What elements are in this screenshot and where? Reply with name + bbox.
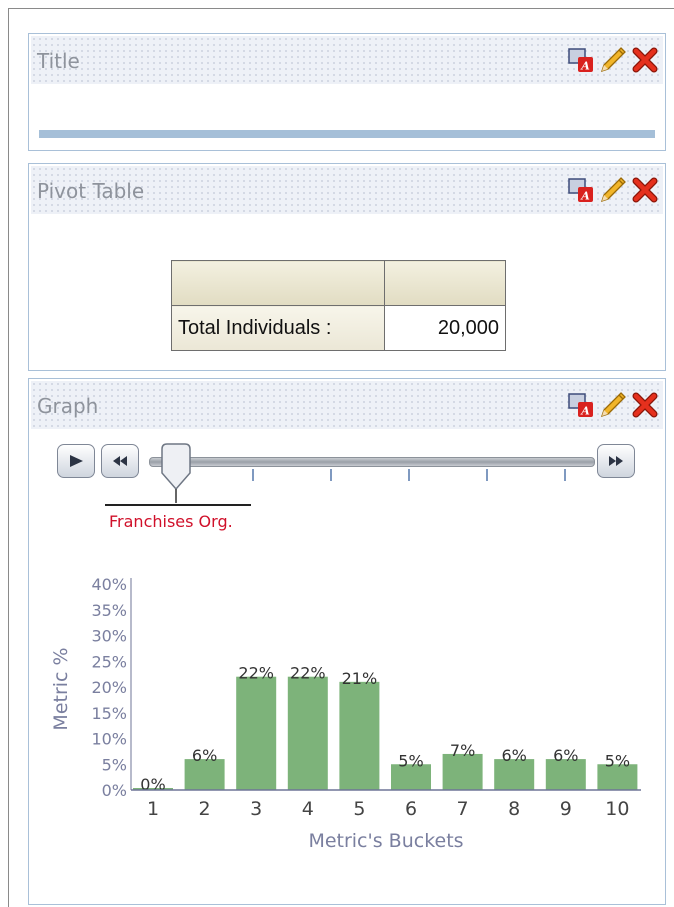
y-tick-label: 15% xyxy=(91,704,127,723)
panel-title: Title xyxy=(37,49,80,73)
panel-tools: A xyxy=(567,46,659,74)
x-tick-label: 4 xyxy=(302,798,314,820)
bars: 0% 6% 22% 22% 21% 5% 7% 6% 6% 5% xyxy=(133,664,638,794)
y-tick-label: 20% xyxy=(91,678,127,697)
delete-x-icon[interactable] xyxy=(631,176,659,204)
x-tick-label: 3 xyxy=(250,798,262,820)
data-label: 0% xyxy=(140,775,165,794)
y-tick-label: 30% xyxy=(91,627,127,646)
x-tick-label: 9 xyxy=(560,798,572,820)
data-label: 6% xyxy=(192,746,217,765)
y-tick-label: 35% xyxy=(91,601,127,620)
pivot-header-cell xyxy=(384,260,506,306)
x-tick-label: 1 xyxy=(147,798,159,820)
y-tick-label: 0% xyxy=(102,781,127,800)
pivot-table-panel: Pivot Table A Total Individuals : 20,000 xyxy=(28,163,666,371)
bar xyxy=(339,681,380,790)
y-tick-label: 10% xyxy=(91,730,127,749)
panel-header: Title A xyxy=(31,36,663,84)
x-tick-label: 7 xyxy=(457,798,469,820)
row-label-total-individuals: Total Individuals : xyxy=(171,305,385,351)
pivot-table: Total Individuals : 20,000 xyxy=(171,260,506,351)
delete-x-icon[interactable] xyxy=(631,46,659,74)
data-label: 21% xyxy=(342,669,378,688)
format-icon[interactable]: A xyxy=(567,176,595,204)
bar-chart: 0%5%10%15%20%25%30%35%40% 0%6%22% 22% 21%5… xyxy=(50,575,641,852)
pivot-header-row xyxy=(171,260,506,306)
data-label: 6% xyxy=(502,746,527,765)
panel-header: Pivot Table A xyxy=(31,166,663,214)
x-tick-label: 2 xyxy=(199,798,211,820)
x-tick-label: 10 xyxy=(605,798,629,820)
pivot-header-cell xyxy=(171,260,385,306)
y-axis: 0% 5% 10% 15% 20% 25% 30% 35% 40% xyxy=(91,575,132,800)
title-view-panel: Title A xyxy=(28,33,666,151)
data-label: 22% xyxy=(238,664,274,683)
data-label: 5% xyxy=(398,751,423,770)
format-icon[interactable]: A xyxy=(567,46,595,74)
x-axis: 1 2 3 4 5 6 7 8 9 10 xyxy=(131,789,641,820)
title-underline xyxy=(39,130,655,138)
y-tick-label: 40% xyxy=(91,575,127,594)
data-label: 5% xyxy=(605,751,630,770)
table-row: Total Individuals : 20,000 xyxy=(171,305,506,351)
row-value-total-individuals: 20,000 xyxy=(384,305,506,351)
bar xyxy=(287,676,328,790)
y-tick-label: 25% xyxy=(91,652,127,671)
svg-text:A: A xyxy=(580,60,590,73)
data-label: 6% xyxy=(553,746,578,765)
y-tick-label: 5% xyxy=(102,755,127,774)
edit-pencil-icon[interactable] xyxy=(599,176,627,204)
edit-pencil-icon[interactable] xyxy=(599,46,627,74)
x-tick-label: 6 xyxy=(405,798,417,820)
y-axis-label: Metric % xyxy=(50,647,72,730)
graph-panel: Graph A Franchises Org. 0% 5% 10% 15% 20% xyxy=(28,378,666,905)
svg-text:A: A xyxy=(580,190,590,203)
data-label: 7% xyxy=(450,741,475,760)
bar xyxy=(236,676,277,790)
panel-tools: A xyxy=(567,176,659,204)
panel-title: Pivot Table xyxy=(37,179,145,203)
x-tick-label: 5 xyxy=(353,798,365,820)
x-tick-label: 8 xyxy=(508,798,520,820)
x-axis-label: Metric's Buckets xyxy=(308,830,463,852)
data-label: 22% xyxy=(290,664,326,683)
